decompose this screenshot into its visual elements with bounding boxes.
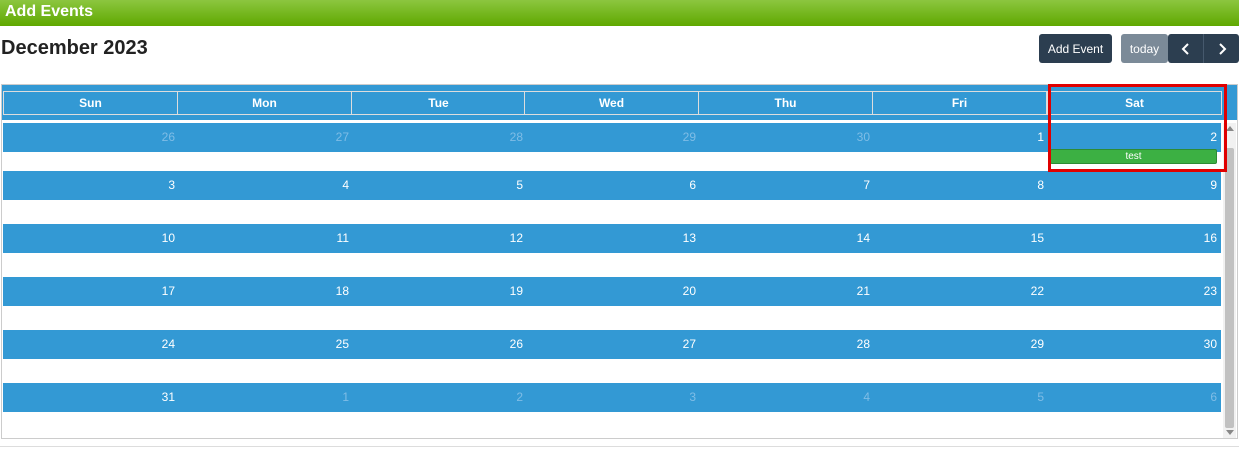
weekday-tue: Tue xyxy=(351,91,526,115)
scroll-thumb[interactable] xyxy=(1225,148,1234,428)
day-number[interactable]: 3 xyxy=(145,178,175,192)
week-row: 24 25 26 27 28 29 30 xyxy=(3,330,1221,359)
day-number[interactable]: 26 xyxy=(145,130,175,144)
day-number[interactable]: 28 xyxy=(840,337,870,351)
day-number[interactable]: 6 xyxy=(666,178,696,192)
add-event-button[interactable]: Add Event xyxy=(1039,34,1112,63)
chevron-left-icon xyxy=(1181,42,1189,55)
window-title: Add Events xyxy=(5,3,94,20)
day-number[interactable]: 6 xyxy=(1187,390,1217,404)
month-title: December 2023 xyxy=(1,37,148,59)
day-number[interactable]: 10 xyxy=(145,231,175,245)
day-number[interactable]: 18 xyxy=(319,284,349,298)
week-row: 31 1 2 3 4 5 6 xyxy=(3,383,1221,412)
day-number[interactable]: 12 xyxy=(493,231,523,245)
day-number[interactable]: 24 xyxy=(145,337,175,351)
week-row: 3 4 5 6 7 8 9 xyxy=(3,171,1221,200)
day-number[interactable]: 19 xyxy=(493,284,523,298)
title-bar: Add Events xyxy=(0,0,1239,26)
day-number[interactable]: 17 xyxy=(145,284,175,298)
weekday-fri: Fri xyxy=(872,91,1047,115)
day-number[interactable]: 23 xyxy=(1187,284,1217,298)
prev-month-button[interactable] xyxy=(1168,34,1203,63)
day-number[interactable]: 11 xyxy=(319,231,349,245)
day-number[interactable]: 16 xyxy=(1187,231,1217,245)
day-number[interactable]: 9 xyxy=(1187,178,1217,192)
day-number[interactable]: 21 xyxy=(840,284,870,298)
day-number[interactable]: 27 xyxy=(666,337,696,351)
day-number[interactable]: 8 xyxy=(1014,178,1044,192)
day-number[interactable]: 7 xyxy=(840,178,870,192)
scroll-down-icon[interactable] xyxy=(1226,430,1234,435)
week-row: 17 18 19 20 21 22 23 xyxy=(3,277,1221,306)
day-number[interactable]: 4 xyxy=(840,390,870,404)
next-month-button[interactable] xyxy=(1203,34,1239,63)
day-number[interactable]: 3 xyxy=(666,390,696,404)
day-number[interactable]: 13 xyxy=(666,231,696,245)
day-number[interactable]: 25 xyxy=(319,337,349,351)
divider xyxy=(0,446,1239,447)
day-number[interactable]: 14 xyxy=(840,231,870,245)
day-number[interactable]: 22 xyxy=(1014,284,1044,298)
day-number[interactable]: 28 xyxy=(493,130,523,144)
scroll-up-icon[interactable] xyxy=(1226,126,1234,131)
day-number[interactable]: 29 xyxy=(666,130,696,144)
day-number[interactable]: 27 xyxy=(319,130,349,144)
day-number[interactable]: 29 xyxy=(1014,337,1044,351)
weekday-wed: Wed xyxy=(524,91,699,115)
day-number[interactable]: 5 xyxy=(493,178,523,192)
week-row: 10 11 12 13 14 15 16 xyxy=(3,224,1221,253)
today-button[interactable]: today xyxy=(1121,34,1168,63)
day-number[interactable]: 30 xyxy=(1187,337,1217,351)
weekday-mon: Mon xyxy=(177,91,352,115)
day-number[interactable]: 31 xyxy=(145,390,175,404)
day-number[interactable]: 20 xyxy=(666,284,696,298)
week-row: 26 27 28 29 30 1 2 xyxy=(3,123,1221,152)
highlight-box xyxy=(1048,84,1227,172)
day-number[interactable]: 4 xyxy=(319,178,349,192)
day-number[interactable]: 2 xyxy=(493,390,523,404)
day-number[interactable]: 30 xyxy=(840,130,870,144)
day-number[interactable]: 26 xyxy=(493,337,523,351)
day-number[interactable]: 1 xyxy=(1014,130,1044,144)
weekday-thu: Thu xyxy=(698,91,873,115)
day-number[interactable]: 5 xyxy=(1014,390,1044,404)
day-number[interactable]: 1 xyxy=(319,390,349,404)
day-number[interactable]: 15 xyxy=(1014,231,1044,245)
chevron-right-icon xyxy=(1218,42,1226,55)
weekday-sun: Sun xyxy=(3,91,178,115)
